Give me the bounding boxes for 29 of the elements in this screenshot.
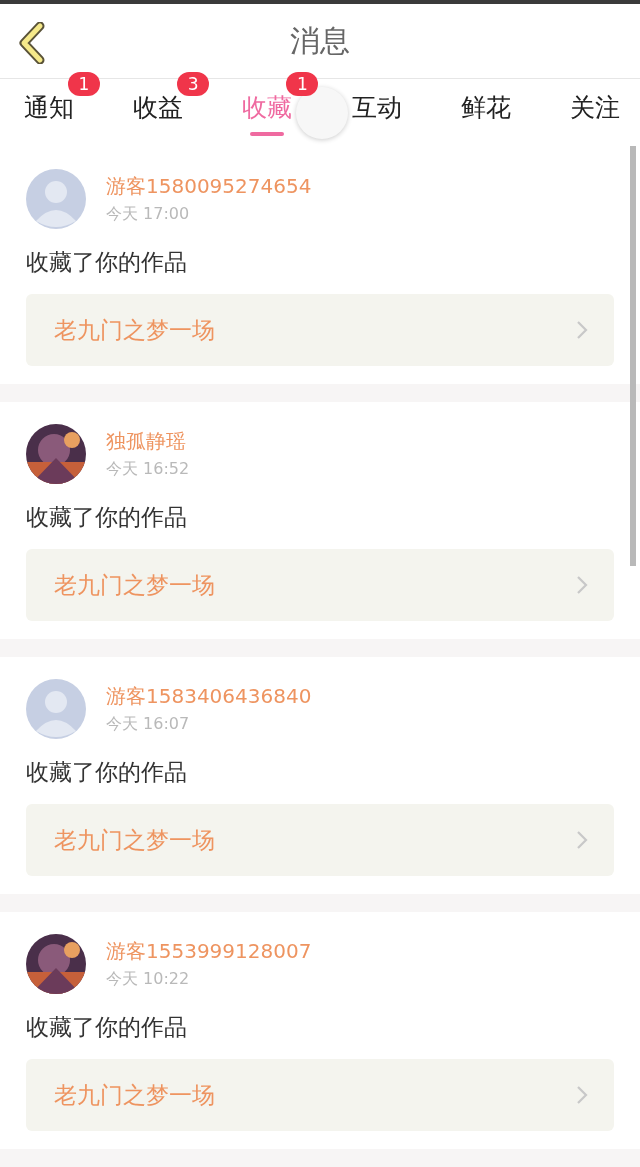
work-link[interactable]: 老九门之梦一场 [26,1059,614,1131]
work-link[interactable]: 老九门之梦一场 [26,294,614,366]
count-badge: 1 [68,72,100,96]
count-badge: 3 [177,72,210,96]
timestamp: 今天 17:00 [106,204,191,225]
timestamp: 今天 10:22 [106,969,191,990]
timestamp: 今天 16:52 [106,459,190,480]
user-name[interactable]: 游客1583406436840 [106,683,312,710]
work-link[interactable]: 老九门之梦一场 [26,549,614,621]
message-text: 收藏了你的作品 [26,758,188,787]
message-text: 收藏了你的作品 [26,248,188,277]
avatar-icon [26,679,86,739]
chevron-icon [576,320,588,340]
count-badge: 1 [286,72,319,96]
timestamp: 今天 16:07 [106,714,191,735]
chevron-icon [576,1085,588,1105]
user-name[interactable]: 游客1553999128007 [106,938,312,965]
avatar-icon [26,169,86,229]
chevron-icon [576,830,588,850]
message-text: 收藏了你的作品 [26,503,188,532]
work-link[interactable]: 老九门之梦一场 [26,804,614,876]
chevron-icon [576,575,588,595]
tab[interactable]: 关注 [569,91,620,124]
page-title: 消息 [290,21,350,60]
tab[interactable]: 互动 [351,91,402,124]
tab[interactable]: 鲜花 [460,91,511,124]
user-name[interactable]: 游客1580095274654 [106,173,312,200]
message-text: 收藏了你的作品 [26,1013,188,1042]
user-name[interactable]: 独孤静瑶 [106,428,190,455]
